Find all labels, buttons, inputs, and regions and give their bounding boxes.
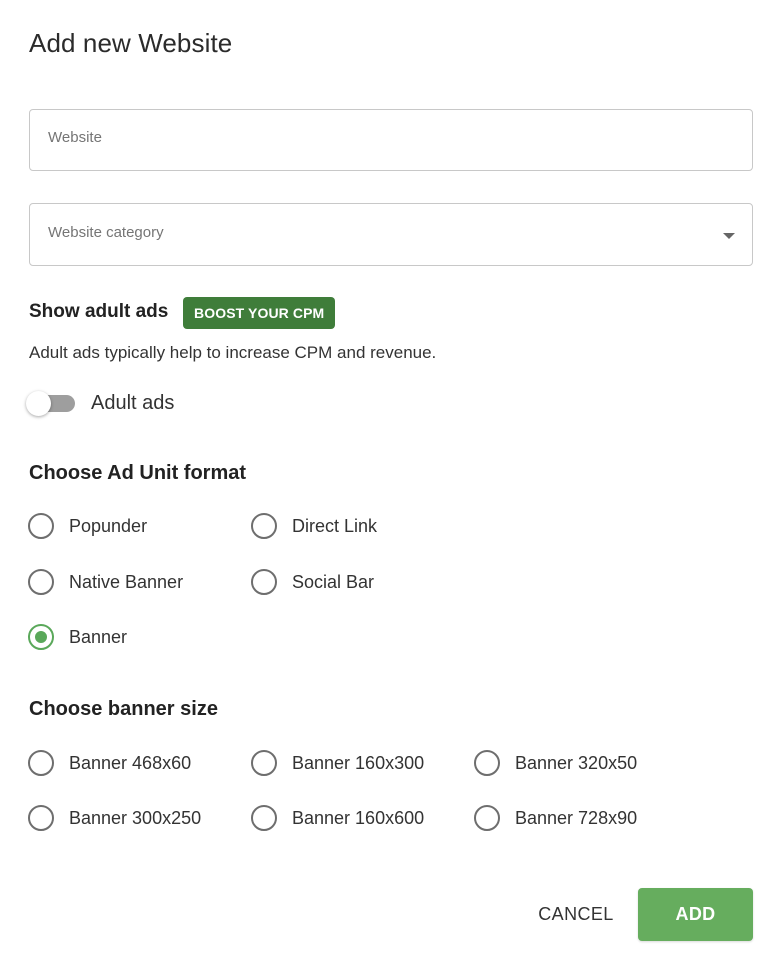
radio-circle bbox=[474, 805, 500, 831]
radio-banner-728x90[interactable]: Banner 728x90 bbox=[474, 803, 637, 833]
radio-circle-selected bbox=[28, 624, 54, 650]
boost-cpm-badge: BOOST YOUR CPM bbox=[183, 297, 336, 329]
radio-label: Native Banner bbox=[69, 571, 184, 592]
website-category-placeholder: Website category bbox=[48, 224, 164, 241]
radio-label: Banner 468x60 bbox=[69, 752, 192, 773]
adult-ads-description: Adult ads typically help to increase CPM… bbox=[29, 343, 437, 362]
radio-circle bbox=[28, 805, 54, 831]
add-website-dialog: Add new Website Website Website category… bbox=[0, 0, 781, 964]
radio-native-banner[interactable]: Native Banner bbox=[28, 567, 183, 597]
dropdown-arrow-icon bbox=[723, 233, 735, 239]
radio-label: Social Bar bbox=[292, 571, 375, 592]
radio-circle bbox=[28, 513, 54, 539]
ad-format-heading: Choose Ad Unit format bbox=[29, 462, 247, 484]
radio-label: Banner bbox=[69, 626, 128, 647]
adult-ads-heading: Show adult ads bbox=[29, 301, 169, 322]
radio-direct-link[interactable]: Direct Link bbox=[251, 511, 377, 541]
dialog-title: Add new Website bbox=[29, 28, 233, 58]
radio-circle bbox=[28, 750, 54, 776]
toggle-knob bbox=[26, 391, 51, 416]
radio-circle bbox=[251, 513, 277, 539]
website-input[interactable]: Website bbox=[29, 109, 753, 171]
add-button[interactable]: ADD bbox=[638, 888, 753, 941]
website-category-select[interactable]: Website category bbox=[29, 203, 753, 266]
radio-banner-468x60[interactable]: Banner 468x60 bbox=[28, 748, 191, 778]
radio-social-bar[interactable]: Social Bar bbox=[251, 567, 374, 597]
banner-size-heading: Choose banner size bbox=[29, 698, 218, 720]
radio-circle bbox=[474, 750, 500, 776]
radio-label: Banner 300x250 bbox=[69, 807, 202, 828]
cancel-button[interactable]: CANCEL bbox=[528, 888, 624, 940]
radio-label: Banner 160x300 bbox=[292, 752, 425, 773]
radio-banner-160x300[interactable]: Banner 160x300 bbox=[251, 748, 424, 778]
radio-banner-160x600[interactable]: Banner 160x600 bbox=[251, 803, 424, 833]
radio-popunder[interactable]: Popunder bbox=[28, 511, 147, 541]
website-placeholder: Website bbox=[48, 129, 102, 146]
radio-circle bbox=[28, 569, 54, 595]
radio-banner[interactable]: Banner bbox=[28, 622, 127, 652]
radio-label: Popunder bbox=[69, 515, 148, 536]
adult-ads-toggle-label: Adult ads bbox=[91, 392, 175, 414]
radio-circle bbox=[251, 805, 277, 831]
radio-label: Banner 160x600 bbox=[292, 807, 425, 828]
radio-label: Banner 728x90 bbox=[515, 807, 638, 828]
radio-label: Banner 320x50 bbox=[515, 752, 638, 773]
radio-circle bbox=[251, 569, 277, 595]
radio-banner-320x50[interactable]: Banner 320x50 bbox=[474, 748, 637, 778]
radio-label: Direct Link bbox=[292, 515, 378, 536]
radio-circle bbox=[251, 750, 277, 776]
adult-ads-toggle[interactable] bbox=[26, 390, 78, 418]
radio-banner-300x250[interactable]: Banner 300x250 bbox=[28, 803, 201, 833]
